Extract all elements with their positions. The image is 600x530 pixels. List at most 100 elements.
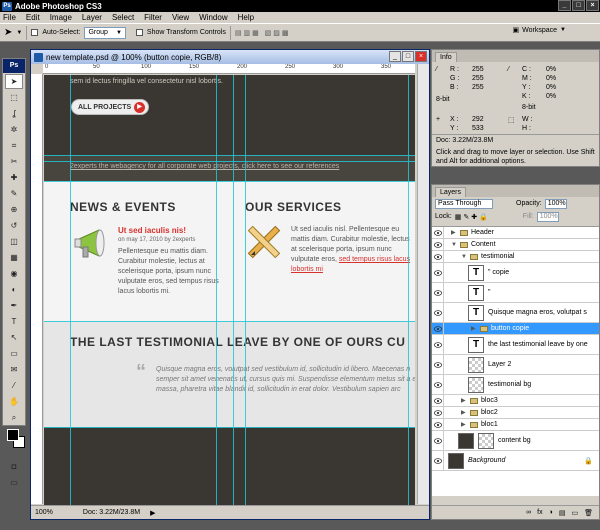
notes-tool-icon[interactable]: ✉ <box>5 362 23 377</box>
doc-size[interactable]: Doc: 3.22M/23.8M <box>83 509 140 516</box>
vertical-scrollbar[interactable] <box>417 64 429 504</box>
eye-icon[interactable] <box>432 355 444 374</box>
guide-line[interactable] <box>44 321 415 322</box>
eye-icon[interactable] <box>432 283 444 302</box>
guide-line[interactable] <box>233 75 234 506</box>
layer-row[interactable]: ▶ bloc1 <box>432 419 599 431</box>
guide-line[interactable] <box>70 75 71 506</box>
pen-tool-icon[interactable]: ✒ <box>5 298 23 313</box>
hand-tool-icon[interactable]: ✋ <box>5 394 23 409</box>
layer-mask-icon[interactable]: ◑ <box>549 509 553 516</box>
eye-icon[interactable] <box>432 239 444 250</box>
layer-row[interactable]: ▼ Content <box>432 239 599 251</box>
move-tool-icon[interactable]: ➤ <box>5 74 23 89</box>
link-layers-icon[interactable]: ∞ <box>526 509 531 516</box>
foreground-color-swatch[interactable] <box>7 429 19 441</box>
move-tool-icon[interactable]: ➤ <box>4 27 12 38</box>
layer-row[interactable]: ▶ Header <box>432 227 599 239</box>
auto-select-checkbox[interactable] <box>31 29 39 36</box>
marquee-tool-icon[interactable]: ⬚ <box>5 90 23 105</box>
screen-mode-icon[interactable]: ▭ <box>5 475 23 490</box>
lasso-tool-icon[interactable]: ʆ <box>5 106 23 121</box>
chevron-down-icon[interactable]: ▼ <box>16 30 22 36</box>
layer-row[interactable]: Layer 2 <box>432 355 599 375</box>
menu-file[interactable]: File <box>3 13 16 22</box>
adjustment-layer-icon[interactable]: ▤ <box>559 509 566 517</box>
doc-maximize-button[interactable]: □ <box>402 51 414 62</box>
document-titlebar[interactable]: new template.psd @ 100% (button copie, R… <box>31 50 429 64</box>
layer-row[interactable]: ▶ bloc3 <box>432 395 599 407</box>
layer-row[interactable]: T " <box>432 283 599 303</box>
trash-icon[interactable]: 🗑 <box>584 509 593 517</box>
dodge-tool-icon[interactable]: ◐ <box>5 282 23 297</box>
transform-controls-checkbox[interactable] <box>135 29 143 36</box>
layer-style-icon[interactable]: fx <box>537 509 542 516</box>
doc-close-button[interactable]: × <box>415 51 427 62</box>
blend-mode-select[interactable]: Pass Through <box>435 198 493 209</box>
healing-tool-icon[interactable]: ✚ <box>5 170 23 185</box>
eye-icon[interactable] <box>432 323 444 334</box>
doc-minimize-button[interactable]: _ <box>389 51 401 62</box>
guide-line[interactable] <box>408 75 409 506</box>
magic-wand-tool-icon[interactable]: ✲ <box>5 122 23 137</box>
zoom-tool-icon[interactable]: ⌕ <box>5 410 23 425</box>
layer-row[interactable]: content bg <box>432 431 599 451</box>
horizontal-ruler[interactable]: 0 50 100 150 200 250 300 350 <box>43 64 415 74</box>
chevron-right-icon[interactable]: ▶ <box>461 409 467 416</box>
gradient-tool-icon[interactable]: ▦ <box>5 250 23 265</box>
minimize-button[interactable]: _ <box>558 0 571 11</box>
chevron-right-icon[interactable]: ▶ <box>471 325 477 332</box>
layer-row[interactable]: T Quisque magna eros, volutpat s <box>432 303 599 323</box>
auto-select-dropdown[interactable]: Group ▼ <box>84 26 126 39</box>
layers-tab[interactable]: Layers <box>432 185 599 197</box>
eraser-tool-icon[interactable]: ◫ <box>5 234 23 249</box>
eye-icon[interactable] <box>432 251 444 262</box>
chevron-right-icon[interactable]: ▶ <box>461 397 467 404</box>
eyedropper-tool-icon[interactable]: ⁄ <box>5 378 23 393</box>
chevron-right-icon[interactable]: ▶ <box>451 229 457 236</box>
close-button[interactable]: × <box>586 0 599 11</box>
chevron-right-icon[interactable]: ▶ <box>461 421 467 428</box>
path-select-tool-icon[interactable]: ↖ <box>5 330 23 345</box>
crop-tool-icon[interactable]: ⌗ <box>5 138 23 153</box>
vertical-ruler[interactable] <box>31 74 43 504</box>
eye-icon[interactable] <box>432 335 444 354</box>
layer-row[interactable]: Background 🔒 <box>432 451 599 471</box>
canvas[interactable]: sem id lectus fringilla vel consectetur … <box>44 75 415 506</box>
workspace-button[interactable]: ▣ Workspace ▼ <box>513 26 566 35</box>
maximize-button[interactable]: □ <box>572 0 585 11</box>
layer-row[interactable]: ▶ button copie <box>432 323 599 335</box>
eye-icon[interactable] <box>432 303 444 322</box>
blur-tool-icon[interactable]: ◉ <box>5 266 23 281</box>
eye-icon[interactable] <box>432 419 444 430</box>
menu-help[interactable]: Help <box>238 13 254 22</box>
arrow-right-icon[interactable]: ▶ <box>150 509 155 517</box>
eye-icon[interactable] <box>432 375 444 394</box>
eye-icon[interactable] <box>432 451 444 470</box>
menu-filter[interactable]: Filter <box>144 13 162 22</box>
menu-edit[interactable]: Edit <box>26 13 40 22</box>
menu-layer[interactable]: Layer <box>82 13 102 22</box>
lock-icons[interactable]: ▦✎✚🔒 <box>455 213 490 221</box>
type-tool-icon[interactable]: T <box>5 314 23 329</box>
guide-line[interactable] <box>245 75 246 506</box>
layer-row[interactable]: ▶ bloc2 <box>432 407 599 419</box>
guide-line[interactable] <box>44 427 415 428</box>
new-group-icon[interactable]: ▭ <box>571 509 578 517</box>
guide-line[interactable] <box>44 161 415 162</box>
quick-mask-icon[interactable]: ◘ <box>5 459 23 474</box>
menu-window[interactable]: Window <box>199 13 227 22</box>
eye-icon[interactable] <box>432 263 444 282</box>
stamp-tool-icon[interactable]: ⊕ <box>5 202 23 217</box>
guide-line[interactable] <box>216 75 217 506</box>
menu-view[interactable]: View <box>172 13 189 22</box>
zoom-level[interactable]: 100% <box>35 509 53 516</box>
opacity-field[interactable]: 100% <box>544 198 567 209</box>
shape-tool-icon[interactable]: ▭ <box>5 346 23 361</box>
layer-row[interactable]: testimonial bg <box>432 375 599 395</box>
eye-icon[interactable] <box>432 227 444 238</box>
chevron-down-icon[interactable]: ▼ <box>451 242 457 248</box>
fill-field[interactable]: 100% <box>536 211 559 222</box>
brush-tool-icon[interactable]: ✎ <box>5 186 23 201</box>
info-tab[interactable]: Info <box>432 50 599 62</box>
